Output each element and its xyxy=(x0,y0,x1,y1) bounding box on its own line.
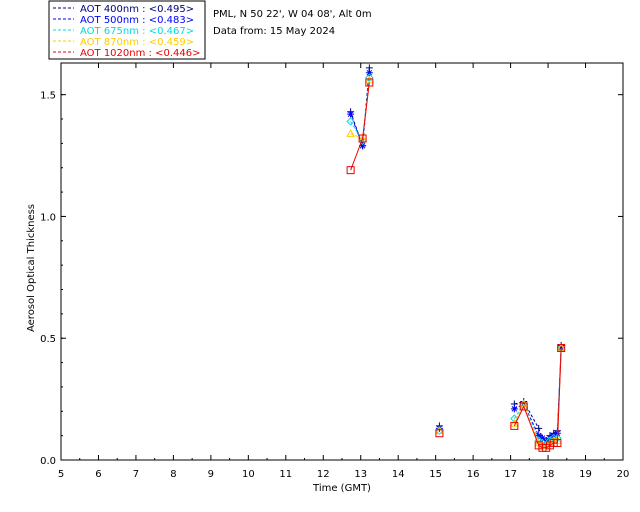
legend-label: AOT 500nm : <0.483> xyxy=(80,15,194,26)
series-line-segment xyxy=(350,138,364,171)
series-2 xyxy=(346,73,566,450)
y-tick-label: 1.0 xyxy=(40,212,56,223)
data-point-triangle xyxy=(346,129,355,137)
location-text: PML, N 50 22', W 04 08', Alt 0m xyxy=(213,9,372,20)
series-3 xyxy=(346,75,566,449)
legend-label: AOT 1020nm : <0.446> xyxy=(80,48,200,59)
x-tick-label: 14 xyxy=(392,469,405,480)
y-tick-label: 0.0 xyxy=(40,456,56,467)
x-axis-label: Time (GMT) xyxy=(312,483,371,494)
aot-chart: AOT 400nm : <0.495>AOT 500nm : <0.483>AO… xyxy=(26,0,629,494)
data-point-asterisk xyxy=(510,405,518,413)
x-tick-label: 7 xyxy=(133,469,139,480)
x-tick-label: 20 xyxy=(617,469,630,480)
x-tick-label: 10 xyxy=(242,469,255,480)
x-tick-label: 17 xyxy=(504,469,517,480)
data-point-asterisk xyxy=(365,69,373,77)
x-tick-label: 9 xyxy=(208,469,214,480)
series-layer xyxy=(346,64,566,452)
legend-label: AOT 675nm : <0.467> xyxy=(80,26,194,37)
x-tick-label: 13 xyxy=(354,469,367,480)
axes: 5 6 7 8 9 10 11 12 13 14 15 16 17 18 19 20 0.0 0.5 1.0 1.5 xyxy=(40,63,629,480)
x-tick-label: 15 xyxy=(429,469,442,480)
x-tick-label: 18 xyxy=(542,469,555,480)
legend: AOT 400nm : <0.495>AOT 500nm : <0.483>AO… xyxy=(48,0,206,60)
x-tick-label: 19 xyxy=(579,469,592,480)
legend-label: AOT 400nm : <0.495> xyxy=(80,4,194,15)
series-4 xyxy=(346,78,566,452)
x-tick-label: 5 xyxy=(58,469,64,480)
series-line-segment xyxy=(523,406,540,446)
y-tick-label: 0.5 xyxy=(40,334,56,345)
x-tick-label: 6 xyxy=(95,469,101,480)
series-0 xyxy=(347,64,565,445)
data-point-plus xyxy=(535,424,543,432)
plot-frame xyxy=(60,62,624,461)
date-text: Data from: 15 May 2024 xyxy=(213,26,335,37)
x-tick-label: 16 xyxy=(467,469,480,480)
series-line-segment xyxy=(556,347,562,443)
x-tick-label: 8 xyxy=(170,469,176,480)
y-axis-label: Aerosol Optical Thickness xyxy=(26,204,37,332)
y-tick-label: 1.5 xyxy=(40,91,56,102)
x-tick-label: 12 xyxy=(317,469,330,480)
series-line-segment xyxy=(362,82,370,139)
series-1 xyxy=(347,69,565,447)
x-tick-label: 11 xyxy=(279,469,292,480)
legend-label: AOT 870nm : <0.459> xyxy=(80,37,194,48)
